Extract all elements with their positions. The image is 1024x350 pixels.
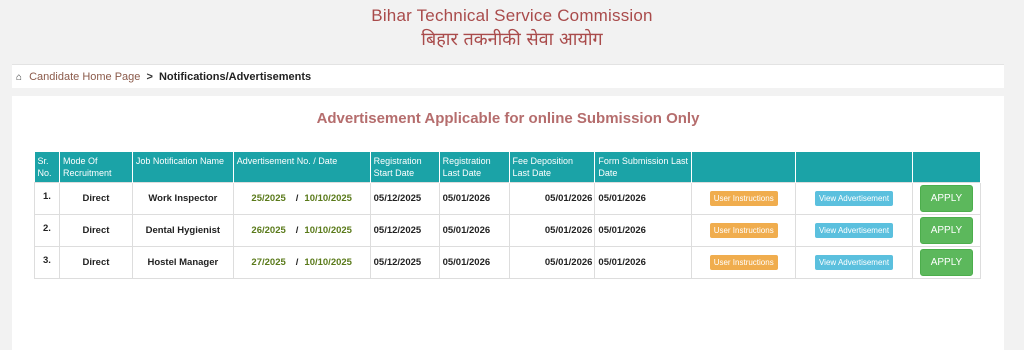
adv-date: 10/10/2025 (304, 193, 352, 204)
cell-job: Work Inspector (131, 182, 234, 215)
table-row: 1. Direct Work Inspector 25/2025 / 10/10/2… (34, 182, 982, 215)
cell-view: View Advertisement (795, 214, 913, 247)
cell-reg-last: 05/01/2026 (438, 182, 510, 215)
adv-date: 10/10/2025 (304, 225, 352, 236)
col-header-reg-start: Registration Start Date (370, 152, 440, 183)
adv-date: 10/10/2025 (304, 257, 352, 268)
cell-form-last: 05/01/2026 (594, 182, 693, 215)
user-instructions-button[interactable]: User Instructions (709, 191, 778, 206)
site-header: Bihar Technical Service Commission बिहार… (0, 0, 1024, 60)
cell-apply: APPLY (911, 182, 982, 215)
col-header-fee-last: Fee Deposition Last Date (509, 152, 596, 183)
col-header-sr: Sr. No. (34, 152, 60, 183)
breadcrumb-current: Notifications/Advertisements (158, 71, 312, 83)
cell-sr: 2. (34, 214, 60, 247)
cell-fee-last: 05/01/2026 (508, 214, 596, 247)
view-advertisement-button[interactable]: View Advertisement (814, 191, 894, 206)
cell-reg-start: 05/12/2025 (369, 214, 440, 247)
cell-instructions: User Instructions (691, 182, 797, 215)
apply-button[interactable]: APPLY (919, 249, 974, 276)
cell-mode: Direct (58, 246, 133, 279)
home-icon: ⌂ (16, 72, 23, 83)
col-header-form-last: Form Submission Last Date (594, 152, 693, 183)
adv-separator: / (295, 193, 299, 204)
cell-form-last: 05/01/2026 (594, 246, 693, 279)
user-instructions-button[interactable]: User Instructions (709, 255, 778, 270)
breadcrumb-separator: > (146, 71, 153, 83)
cell-reg-last: 05/01/2026 (438, 246, 510, 279)
cell-view: View Advertisement (795, 246, 913, 279)
advertisement-panel: Advertisement Applicable for online Subm… (12, 96, 1004, 350)
breadcrumb: ⌂ Candidate Home Page > Notifications/Ad… (12, 64, 1004, 88)
cell-advertisement: 25/2025 / 10/10/2025 (232, 182, 371, 215)
apply-button[interactable]: APPLY (919, 185, 974, 212)
view-advertisement-button[interactable]: View Advertisement (814, 223, 894, 238)
col-header-view (795, 152, 913, 183)
col-header-job: Job Notification Name (132, 152, 234, 183)
adv-number: 25/2025 (251, 193, 286, 204)
adv-separator: / (295, 225, 299, 236)
user-instructions-button[interactable]: User Instructions (709, 223, 778, 238)
col-header-apply (912, 152, 982, 183)
cell-view: View Advertisement (795, 182, 913, 215)
col-header-reg-last: Registration Last Date (439, 152, 510, 183)
apply-button[interactable]: APPLY (919, 217, 974, 244)
cell-advertisement: 27/2025 / 10/10/2025 (232, 246, 371, 279)
adv-number: 26/2025 (251, 225, 286, 236)
col-header-advertisement: Advertisement No. / Date (233, 152, 371, 183)
cell-mode: Direct (58, 214, 133, 247)
site-title-hindi: बिहार तकनीकी सेवा आयोग (421, 29, 603, 50)
table-header-row: Sr. No. Mode Of Recruitment Job Notifica… (34, 152, 982, 183)
adv-number: 27/2025 (251, 257, 286, 268)
advertisement-table: Sr. No. Mode Of Recruitment Job Notifica… (34, 152, 982, 279)
cell-job: Dental Hygienist (131, 214, 234, 247)
col-header-mode: Mode Of Recruitment (59, 152, 133, 183)
cell-instructions: User Instructions (691, 246, 797, 279)
breadcrumb-home-link[interactable]: Candidate Home Page (29, 71, 140, 83)
cell-job: Hostel Manager (131, 246, 234, 279)
cell-form-last: 05/01/2026 (594, 214, 693, 247)
cell-apply: APPLY (911, 214, 982, 247)
cell-apply: APPLY (911, 246, 982, 279)
table-row: 2. Direct Dental Hygienist 26/2025 / 10/10… (34, 214, 982, 247)
col-header-instructions (691, 152, 797, 183)
adv-separator: / (295, 257, 299, 268)
cell-reg-last: 05/01/2026 (438, 214, 510, 247)
cell-instructions: User Instructions (691, 214, 797, 247)
panel-heading: Advertisement Applicable for online Subm… (316, 110, 700, 127)
site-title-english: Bihar Technical Service Commission (371, 6, 653, 25)
cell-fee-last: 05/01/2026 (508, 182, 596, 215)
table-row: 3. Direct Hostel Manager 27/2025 / 10/10/2… (34, 246, 982, 279)
cell-sr: 1. (34, 182, 60, 215)
cell-fee-last: 05/01/2026 (508, 246, 596, 279)
cell-sr: 3. (34, 246, 60, 279)
cell-reg-start: 05/12/2025 (369, 246, 440, 279)
cell-mode: Direct (58, 182, 133, 215)
cell-advertisement: 26/2025 / 10/10/2025 (232, 214, 371, 247)
view-advertisement-button[interactable]: View Advertisement (814, 255, 894, 270)
cell-reg-start: 05/12/2025 (369, 182, 440, 215)
